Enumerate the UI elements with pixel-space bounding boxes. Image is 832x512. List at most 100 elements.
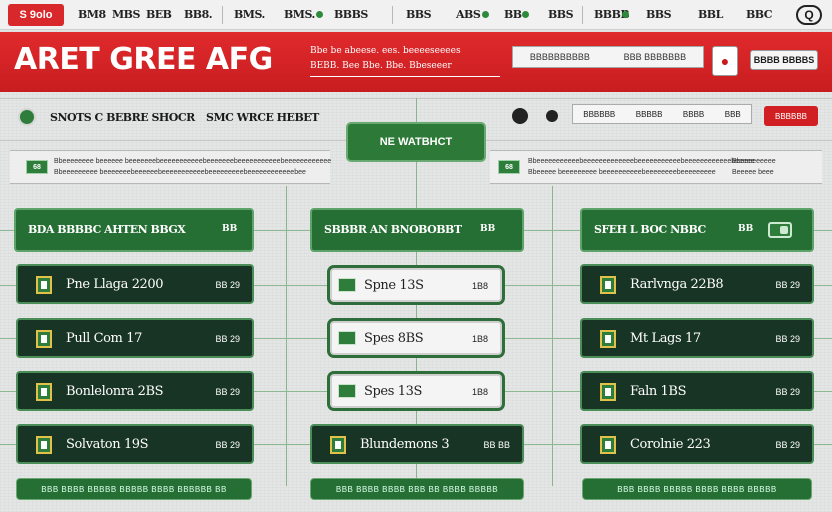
flag-icon (36, 436, 52, 454)
strip-text: Bbeeeeeeee beeeeee beeeeeeebeeeeeeeeeeeb… (54, 158, 332, 165)
column-header[interactable]: SFEH L BOC NBBC BB (580, 208, 814, 252)
list-item[interactable]: Mt Lags 17 BB 29 (580, 318, 814, 358)
column-header[interactable]: BDA BBBBC AHTEN BBGX BB (14, 208, 254, 252)
list-item[interactable]: Spes 8BS 1B8 (330, 321, 502, 355)
item-meta: 1B8 (471, 334, 488, 344)
flag-icon (600, 276, 616, 294)
nav-item[interactable]: BBBS (334, 8, 368, 21)
nav-divider (582, 6, 583, 24)
item-name: Spes 8BS (364, 331, 424, 346)
filter-item[interactable]: BBBBBB (583, 110, 615, 119)
nav-divider (392, 6, 393, 24)
list-item[interactable]: Spne 13S 1B8 (330, 268, 502, 302)
item-meta: BB 29 (215, 280, 240, 290)
search-input[interactable]: BBBBBBBBBB BBB BBBBBBB (512, 46, 704, 68)
strip-text: Bbeeeee beeeeeeeee beeeeeeeeeebeeeeeeeeb… (528, 169, 716, 176)
column-footer-button[interactable]: BBB BBBB BBBB BBB BB BBBB BBBBB (310, 478, 524, 500)
search-text: BBB BBBBBBB (623, 52, 687, 62)
column-divider (286, 186, 287, 486)
status-dot-icon (18, 108, 36, 126)
list-item[interactable]: Pull Com 17 BB 29 (16, 318, 254, 358)
item-meta: 1B8 (471, 387, 488, 397)
item-name: Corolnie 223 (630, 437, 711, 452)
brand-button[interactable]: S 9olo (8, 4, 64, 26)
filter-item[interactable]: BBBBB (636, 110, 663, 119)
column-count: BB (738, 224, 754, 234)
list-item[interactable]: Blundemons 3 BB BB (310, 424, 524, 464)
strip-text: Bbeeeeeeeee (732, 158, 776, 165)
filter-item[interactable]: BBB (725, 110, 741, 119)
item-meta: BB 29 (775, 334, 800, 344)
column-title: SBBBR AN BNOBOBBT (324, 223, 462, 236)
nav-item[interactable]: BB8. (184, 8, 213, 21)
nav-item[interactable]: BB (504, 8, 522, 21)
list-item[interactable]: Spes 13S 1B8 (330, 374, 502, 408)
nav-item[interactable]: BBS (548, 8, 574, 21)
strip-tag: 68 (498, 160, 520, 174)
item-name: Spes 13S (364, 384, 422, 399)
flag-icon (36, 383, 52, 401)
flag-icon (600, 383, 616, 401)
nav-item[interactable]: BMS. (234, 8, 265, 21)
nav-divider (222, 6, 223, 24)
strip-text: Beeeee beee (732, 169, 774, 176)
toolbar-filter[interactable]: BBBBBB BBBBB BBBB BBB (572, 104, 752, 124)
column-divider (552, 186, 553, 486)
strip-tag: 68 (26, 160, 48, 174)
list-item[interactable]: Rarlvnga 22B8 BB 29 (580, 264, 814, 304)
tab-center[interactable]: NE WATBHCT (346, 122, 486, 162)
nav-item[interactable]: BBL (698, 8, 723, 21)
item-name: Solvaton 19S (66, 437, 149, 452)
item-meta: BB 29 (775, 280, 800, 290)
flag-icon (330, 436, 346, 454)
item-name: Pne Llaga 2200 (66, 277, 164, 292)
list-item[interactable]: Bonlelonra 2BS BB 29 (16, 371, 254, 411)
red-action-button[interactable]: BBBBBB (764, 106, 818, 126)
item-name: Pull Com 17 (66, 331, 142, 346)
alert-button[interactable]: ● (712, 46, 738, 76)
info-icon[interactable] (546, 110, 558, 122)
list-item[interactable]: Pne Llaga 2200 BB 29 (16, 264, 254, 304)
column-header[interactable]: SBBBR AN BNOBOBBT BB (310, 208, 524, 252)
item-meta: 1B8 (471, 281, 488, 291)
list-item[interactable]: Solvaton 19S BB 29 (16, 424, 254, 464)
flag-icon (600, 330, 616, 348)
strip-text: Bbeeeeeeeee beeeeeeebeeeeeebeeeeeeeeeeeb… (54, 169, 306, 176)
toolbar-label: SMC WRCE HEBET (206, 111, 319, 124)
item-meta: BB 29 (215, 440, 240, 450)
alert-icon: ● (720, 53, 730, 69)
filter-item[interactable]: BBBB (683, 110, 704, 119)
nav-item[interactable]: ABS (456, 8, 481, 21)
item-meta: BB BB (483, 440, 510, 450)
user-icon[interactable]: Q (796, 5, 822, 25)
info-strip: 68 Bbeeeeeeee beeeeee beeeeeeebeeeeeeeee… (10, 150, 332, 184)
status-dot-icon (316, 11, 323, 18)
toggle-icon[interactable] (768, 222, 792, 238)
info-strip: 68 Bbeeeeeeeeeeebeeeeeeeeeeeeebeeeeeeeee… (490, 150, 822, 184)
column-footer-button[interactable]: BBB BBBB BBBBB BBBBB BBBB BBBBBB BB (16, 478, 252, 500)
nav-item[interactable]: BEB (146, 8, 172, 21)
flag-icon (36, 330, 52, 348)
nav-item[interactable]: BMS. (284, 8, 315, 21)
nav-item[interactable]: BBS (646, 8, 672, 21)
item-name: Rarlvnga 22B8 (630, 277, 724, 292)
settings-icon[interactable] (512, 108, 528, 124)
item-name: Mt Lags 17 (630, 331, 701, 346)
banner-divider (310, 76, 500, 77)
status-dot-icon (482, 11, 489, 18)
chip-icon (338, 278, 356, 292)
item-name: Faln 1BS (630, 384, 687, 399)
banner-action-button[interactable]: BBBB BBBBS (750, 50, 818, 70)
flag-icon (36, 276, 52, 294)
nav-item[interactable]: BBC (746, 8, 773, 21)
list-item[interactable]: Faln 1BS BB 29 (580, 371, 814, 411)
column-footer-button[interactable]: BBB BBBB BBBBB BBBB BBBB BBBBB (582, 478, 812, 500)
column-count: BB (480, 224, 496, 234)
strip-text: Bbeeeeeeeeeeebeeeeeeeeeeeeebeeeeeeeeeeeb… (528, 158, 755, 165)
item-name: Spne 13S (364, 278, 424, 293)
nav-item[interactable]: BM8 (78, 8, 106, 21)
nav-item[interactable]: BBS (406, 8, 432, 21)
nav-item[interactable]: MBS (112, 8, 140, 21)
list-item[interactable]: Corolnie 223 BB 29 (580, 424, 814, 464)
toolbar-label: SNOTS C BEBRE SHOCR (50, 111, 195, 124)
